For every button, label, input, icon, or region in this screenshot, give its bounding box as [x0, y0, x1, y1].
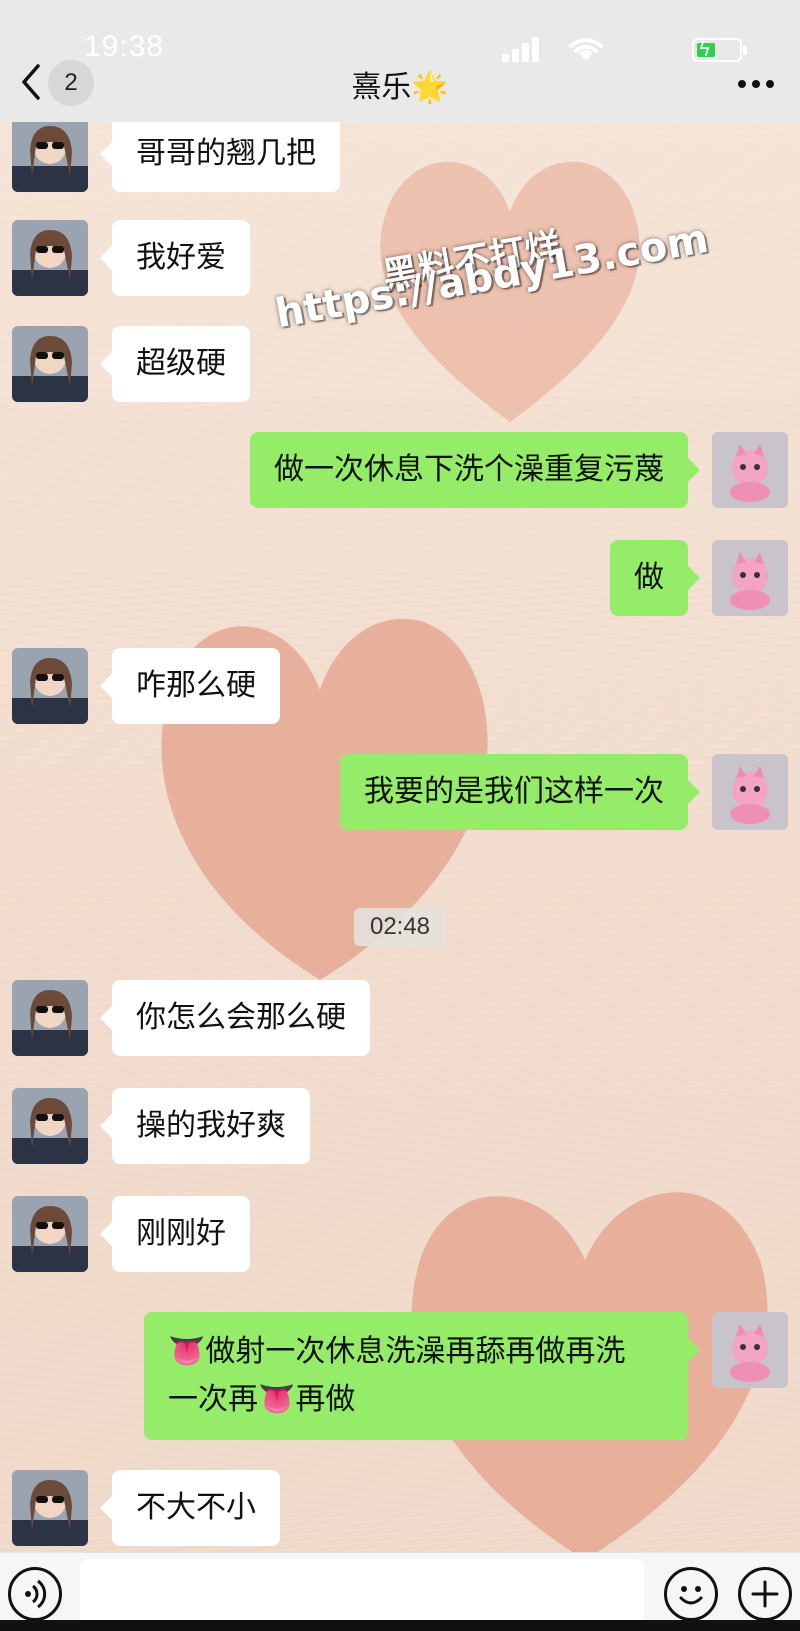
- more-dots-icon[interactable]: [738, 80, 774, 90]
- message-line: 👅做射一次休息洗澡再舔再做再洗: [168, 1334, 626, 1369]
- message-row: 👅做射一次休息洗澡再舔再做再洗 一次再👅再做: [0, 1312, 800, 1440]
- navigation-header: 19:38 ϟ 2 熹乐🌟: [0, 0, 800, 122]
- message-row: 操的我好爽: [0, 1088, 800, 1164]
- message-row: 超级硬: [0, 326, 800, 402]
- star-emoji-icon: 🌟: [411, 70, 449, 105]
- message-row: 做一次休息下洗个澡重复污蔑: [0, 432, 800, 508]
- contact-avatar[interactable]: [12, 326, 88, 402]
- contact-avatar[interactable]: [12, 980, 88, 1056]
- outgoing-message-bubble[interactable]: 做一次休息下洗个澡重复污蔑: [250, 432, 700, 508]
- contact-avatar[interactable]: [12, 220, 88, 296]
- incoming-message-bubble[interactable]: 哥哥的翘几把: [100, 122, 340, 192]
- message-row: 你怎么会那么硬: [0, 980, 800, 1056]
- message-line: 一次再👅再做: [168, 1382, 356, 1417]
- contact-avatar[interactable]: [12, 1088, 88, 1164]
- battery-icon: ϟ: [692, 37, 747, 62]
- my-avatar[interactable]: [712, 754, 788, 830]
- signal-icon: [502, 36, 542, 62]
- outgoing-message-bubble[interactable]: 做: [610, 540, 700, 616]
- plus-icon[interactable]: [738, 1567, 792, 1621]
- message-list[interactable]: 哥哥的翘几把 我好爱 超级硬 做一次休息下洗个澡重复污蔑 做 咋那么硬 我要的是…: [0, 122, 800, 1552]
- my-avatar[interactable]: [712, 432, 788, 508]
- message-row: 哥哥的翘几把: [0, 122, 800, 192]
- message-row: 我要的是我们这样一次: [0, 754, 800, 830]
- timestamp-divider: 02:48: [354, 908, 446, 946]
- contact-name: 熹乐: [351, 70, 412, 105]
- voice-icon[interactable]: [8, 1567, 62, 1621]
- incoming-message-bubble[interactable]: 咋那么硬: [100, 648, 280, 724]
- wifi-icon: [569, 38, 603, 61]
- message-input[interactable]: [80, 1559, 644, 1629]
- outgoing-message-bubble[interactable]: 我要的是我们这样一次: [340, 754, 700, 830]
- message-row: 刚刚好: [0, 1196, 800, 1272]
- message-row: 咋那么硬: [0, 648, 800, 724]
- status-time: 19:38: [84, 30, 165, 63]
- incoming-message-bubble[interactable]: 你怎么会那么硬: [100, 980, 370, 1056]
- my-avatar[interactable]: [712, 540, 788, 616]
- contact-avatar[interactable]: [12, 1196, 88, 1272]
- my-avatar[interactable]: [712, 1312, 788, 1388]
- chat-title: 熹乐🌟: [0, 62, 800, 106]
- incoming-message-bubble[interactable]: 超级硬: [100, 326, 250, 402]
- incoming-message-bubble[interactable]: 刚刚好: [100, 1196, 250, 1272]
- incoming-message-bubble[interactable]: 我好爱: [100, 220, 250, 296]
- contact-avatar[interactable]: [12, 122, 88, 192]
- incoming-message-bubble[interactable]: 操的我好爽: [100, 1088, 310, 1164]
- home-indicator-area: [0, 1620, 800, 1631]
- emoji-icon[interactable]: [664, 1567, 718, 1621]
- contact-avatar[interactable]: [12, 648, 88, 724]
- message-row: 做: [0, 540, 800, 616]
- outgoing-message-bubble[interactable]: 👅做射一次休息洗澡再舔再做再洗 一次再👅再做: [144, 1312, 700, 1440]
- incoming-message-bubble[interactable]: 不大不小: [100, 1470, 280, 1546]
- message-row: 不大不小: [0, 1470, 800, 1546]
- contact-avatar[interactable]: [12, 1470, 88, 1546]
